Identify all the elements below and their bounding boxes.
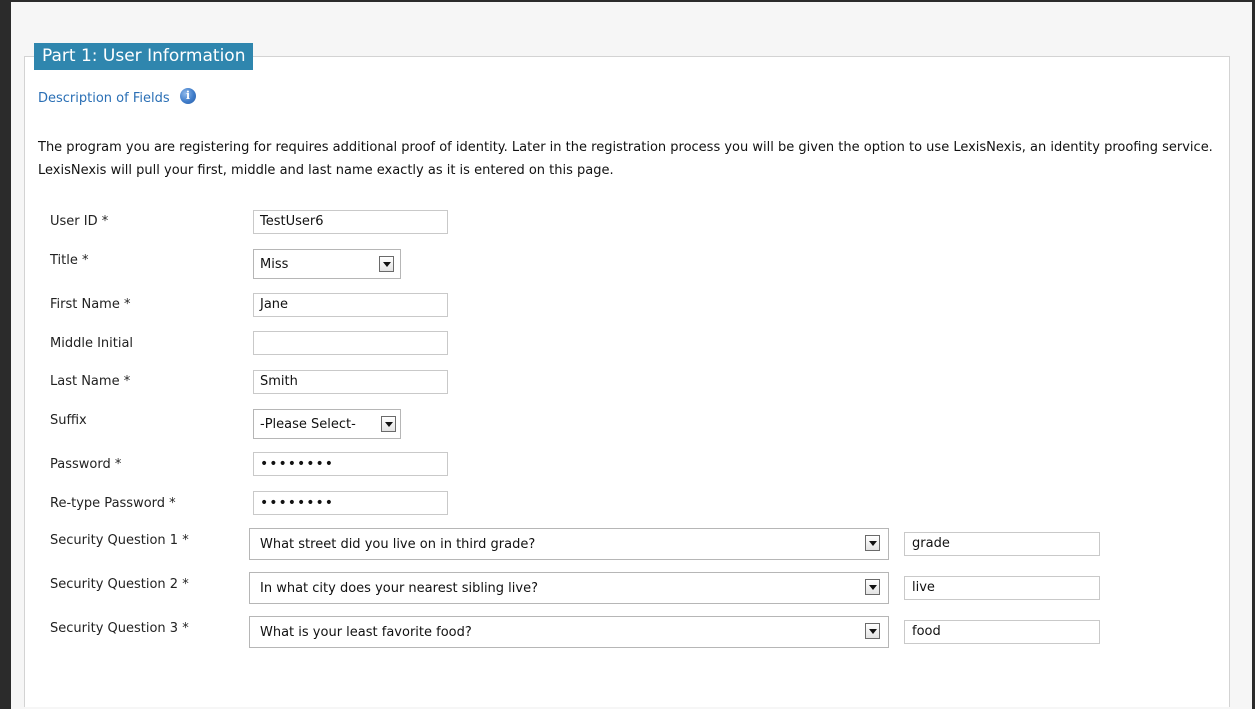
- middle-initial-label: Middle Initial: [50, 336, 134, 351]
- info-icon[interactable]: i: [180, 88, 196, 104]
- retype-password-label: Re-type Password *: [50, 496, 176, 511]
- security-question-2-select[interactable]: In what city does your nearest sibling l…: [249, 572, 889, 604]
- user-id-input[interactable]: TestUser6: [253, 210, 448, 234]
- user-id-label: User ID *: [50, 214, 109, 229]
- security-answer-2-input[interactable]: live: [904, 576, 1100, 600]
- chevron-down-icon[interactable]: [865, 535, 880, 551]
- first-name-input[interactable]: Jane: [253, 293, 448, 317]
- password-input[interactable]: ••••••••: [253, 452, 448, 476]
- first-name-label: First Name *: [50, 297, 131, 312]
- password-label: Password *: [50, 457, 122, 472]
- suffix-label: Suffix: [50, 413, 87, 428]
- chevron-down-icon[interactable]: [381, 416, 396, 432]
- chevron-down-icon[interactable]: [865, 623, 880, 639]
- security-question-1-select[interactable]: What street did you live on in third gra…: [249, 528, 889, 560]
- middle-initial-input[interactable]: [253, 331, 448, 355]
- intro-paragraph: The program you are registering for requ…: [38, 140, 1213, 178]
- security-question-1-label: Security Question 1 *: [50, 533, 189, 548]
- chevron-down-icon[interactable]: [865, 579, 880, 595]
- description-of-fields-link[interactable]: Description of Fields: [38, 90, 170, 108]
- title-label: Title *: [50, 253, 89, 268]
- security-question-1-value: What street did you live on in third gra…: [260, 537, 536, 552]
- last-name-label: Last Name *: [50, 374, 131, 389]
- security-question-2-value: In what city does your nearest sibling l…: [260, 581, 538, 596]
- retype-password-input[interactable]: ••••••••: [253, 491, 448, 515]
- security-question-3-label: Security Question 3 *: [50, 621, 189, 636]
- last-name-input[interactable]: Smith: [253, 370, 448, 394]
- security-answer-1-input[interactable]: grade: [904, 532, 1100, 556]
- security-answer-3-input[interactable]: food: [904, 620, 1100, 644]
- suffix-select-value: -Please Select-: [260, 417, 356, 432]
- title-select-value: Miss: [260, 257, 289, 272]
- security-question-3-select[interactable]: What is your least favorite food?: [249, 616, 889, 648]
- security-question-3-value: What is your least favorite food?: [260, 625, 472, 640]
- chevron-down-icon[interactable]: [379, 256, 394, 272]
- security-question-2-label: Security Question 2 *: [50, 577, 189, 592]
- title-select[interactable]: Miss: [253, 249, 401, 279]
- section-legend: Part 1: User Information: [34, 43, 254, 70]
- suffix-select[interactable]: -Please Select-: [253, 409, 401, 439]
